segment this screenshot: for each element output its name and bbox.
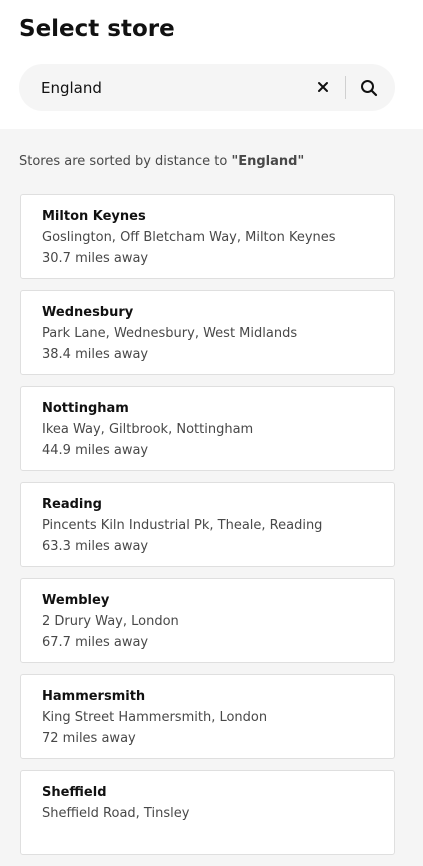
store-name: Nottingham (42, 401, 129, 416)
store-address: Sheffield Road, Tinsley (42, 806, 190, 821)
store-name: Hammersmith (42, 689, 146, 704)
page-title: Select store (19, 16, 175, 42)
store-distance: 72 miles away (42, 731, 136, 746)
sort-note: Stores are sorted by distance to "Englan… (19, 152, 304, 172)
store-card[interactable]: Wembley 2 Drury Way, London 67.7 miles a… (20, 578, 395, 663)
search-bar (19, 64, 395, 111)
search-divider (345, 76, 346, 99)
search-icon (361, 80, 378, 97)
search-input[interactable] (41, 64, 301, 111)
store-address: Pincents Kiln Industrial Pk, Theale, Rea… (42, 518, 323, 533)
store-address: Ikea Way, Giltbrook, Nottingham (42, 422, 254, 437)
store-name: Reading (42, 497, 102, 512)
search-button[interactable] (354, 73, 384, 103)
header: Select store (0, 0, 423, 129)
close-icon (318, 82, 328, 92)
store-distance: 44.9 miles away (42, 443, 149, 458)
store-address: Goslington, Off Bletcham Way, Milton Key… (42, 230, 336, 245)
store-card[interactable]: Reading Pincents Kiln Industrial Pk, The… (20, 482, 395, 567)
store-name: Wembley (42, 593, 110, 608)
store-card[interactable]: Wednesbury Park Lane, Wednesbury, West M… (20, 290, 395, 375)
store-name: Sheffield (42, 785, 107, 800)
store-distance: 67.7 miles away (42, 635, 149, 650)
store-name: Wednesbury (42, 305, 134, 320)
store-distance: 63.3 miles away (42, 539, 149, 554)
sort-note-prefix: Stores are sorted by distance to (19, 154, 232, 169)
store-distance: 30.7 miles away (42, 251, 149, 266)
store-address: Park Lane, Wednesbury, West Midlands (42, 326, 298, 341)
store-card[interactable]: Nottingham Ikea Way, Giltbrook, Nottingh… (20, 386, 395, 471)
store-card[interactable]: Hammersmith King Street Hammersmith, Lon… (20, 674, 395, 759)
store-card[interactable]: Sheffield Sheffield Road, Tinsley (20, 770, 395, 855)
clear-search-button[interactable] (309, 73, 337, 101)
store-list: Milton Keynes Goslington, Off Bletcham W… (20, 194, 395, 866)
store-card[interactable]: Milton Keynes Goslington, Off Bletcham W… (20, 194, 395, 279)
store-address: 2 Drury Way, London (42, 614, 179, 629)
store-name: Milton Keynes (42, 209, 146, 224)
store-distance: 38.4 miles away (42, 347, 149, 362)
store-address: King Street Hammersmith, London (42, 710, 268, 725)
sort-note-query: "England" (231, 154, 305, 169)
